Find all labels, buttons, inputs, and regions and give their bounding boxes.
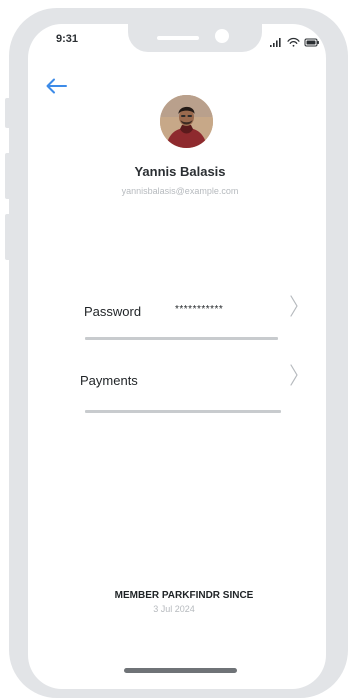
password-label: Password xyxy=(84,304,142,319)
battery-icon xyxy=(304,38,319,47)
front-camera xyxy=(215,29,229,43)
member-since-date: 3 Jul 2024 xyxy=(153,604,195,614)
signal-icon xyxy=(270,38,281,47)
payments-label: Payments xyxy=(80,373,138,388)
volume-up-button xyxy=(5,153,11,199)
chevron-right-icon xyxy=(290,295,298,317)
back-arrow-icon[interactable] xyxy=(44,76,68,96)
member-since-label: MEMBER PARKFINDR SINCE xyxy=(114,590,254,601)
speaker-grille xyxy=(157,36,199,40)
avatar-photo xyxy=(160,95,213,148)
status-icons xyxy=(270,37,319,47)
profile-name: Yannis Balasis xyxy=(134,164,226,179)
volume-down-button xyxy=(5,214,11,260)
row-divider xyxy=(85,410,281,413)
password-row[interactable]: Password *********** xyxy=(80,290,305,342)
home-indicator[interactable] xyxy=(124,668,237,673)
password-value: *********** xyxy=(175,304,224,315)
payments-row[interactable]: Payments xyxy=(78,360,305,416)
row-divider xyxy=(85,337,278,340)
wifi-icon xyxy=(287,37,300,47)
status-time: 9:31 xyxy=(56,33,79,45)
mute-switch xyxy=(5,98,11,128)
profile-screen: 9:31 Yannis Balasis yannisbalasis@exampl… xyxy=(0,0,350,699)
profile-email: yannisbalasis@example.com xyxy=(121,186,239,196)
chevron-right-icon xyxy=(290,364,298,386)
avatar xyxy=(160,95,213,148)
